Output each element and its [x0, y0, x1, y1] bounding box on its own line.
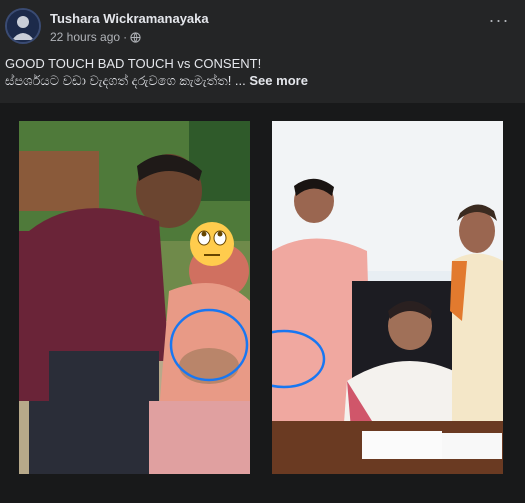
- caption-line-2: ස්පර්ශයට වඩා වැදගත් දරුවගෙ කැමැත්ත! ... …: [5, 72, 515, 89]
- photo-right[interactable]: [272, 121, 503, 474]
- caption-line-1: GOOD TOUCH BAD TOUCH vs CONSENT!: [5, 56, 262, 71]
- photo-right-image: [272, 121, 503, 474]
- photo-left-image: [19, 121, 250, 474]
- globe-icon[interactable]: [130, 31, 141, 43]
- avatar-image: [7, 10, 39, 42]
- post-header: Tushara Wickramanayaka 22 hours ago · ··…: [0, 0, 525, 50]
- author-name[interactable]: Tushara Wickramanayaka: [50, 11, 209, 26]
- see-more-link[interactable]: See more: [249, 73, 308, 88]
- meta-separator: ·: [123, 30, 128, 44]
- post-media[interactable]: [0, 103, 525, 503]
- post-meta: 22 hours ago ·: [50, 30, 141, 44]
- rolling-eyes-emoji-icon: [190, 222, 234, 266]
- more-options-icon[interactable]: ···: [487, 11, 511, 34]
- author-avatar[interactable]: [5, 8, 41, 44]
- post-caption: GOOD TOUCH BAD TOUCH vs CONSENT! ස්පර්ශය…: [5, 55, 515, 89]
- post-timestamp[interactable]: 22 hours ago: [50, 30, 120, 44]
- caption-line-2-text: ස්පර්ශයට වඩා වැදගත් දරුවගෙ කැමැත්ත! ...: [5, 73, 246, 88]
- photo-left[interactable]: [19, 121, 250, 474]
